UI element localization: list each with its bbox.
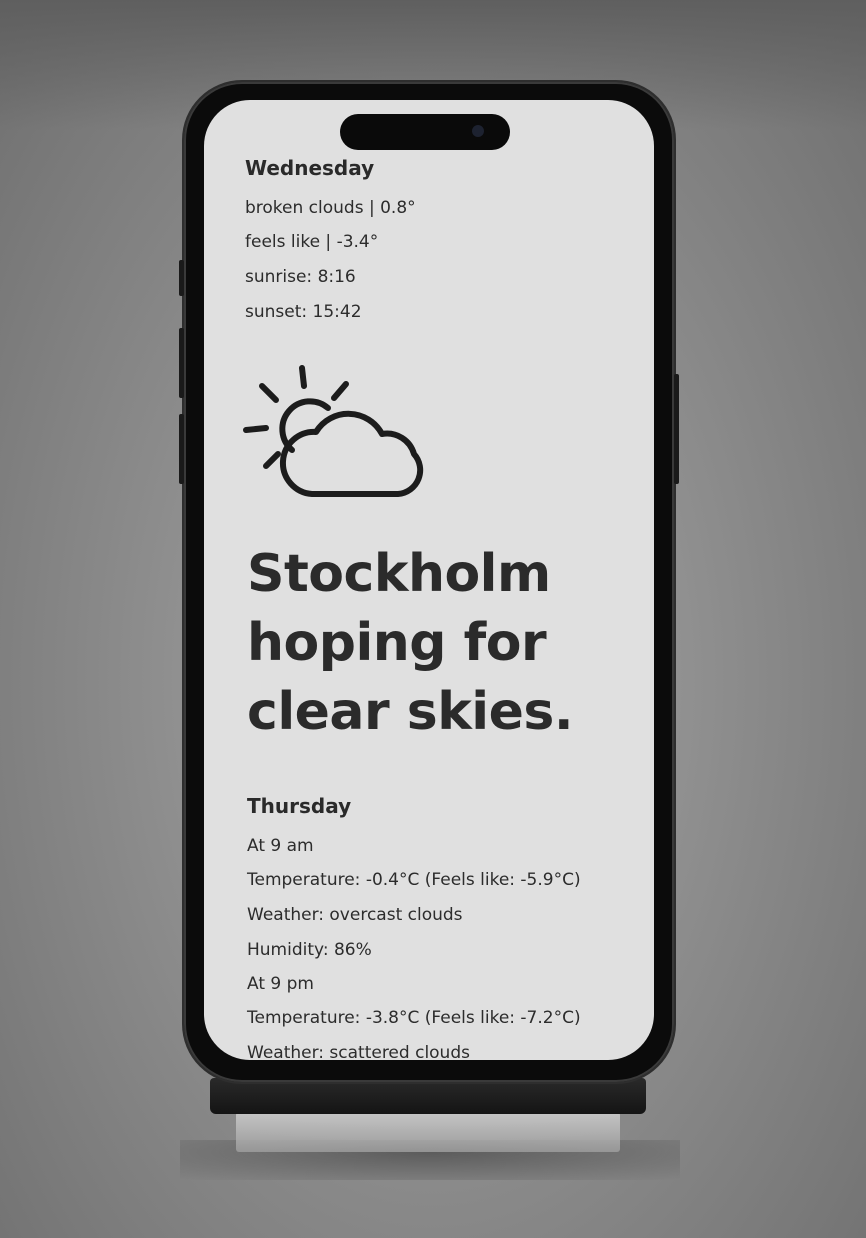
phone-device: Wednesday broken clouds | 0.8° feels lik… (179, 82, 679, 1082)
today-condition: broken clouds | 0.8° (245, 198, 416, 218)
headline-line-3: clear skies. (247, 682, 574, 742)
volume-up-button (179, 260, 184, 296)
today-feels-like: feels like | -3.4° (245, 232, 379, 252)
phone-screen: Wednesday broken clouds | 0.8° feels lik… (204, 100, 654, 1060)
forecast-line: At 9 pm (247, 974, 314, 994)
today-day-title: Wednesday (245, 156, 375, 180)
dynamic-island (340, 114, 510, 150)
forecast-line: Weather: overcast clouds (247, 905, 463, 925)
forecast-line: Temperature: -3.8°C (Feels like: -7.2°C) (247, 1008, 581, 1028)
phone-stand-base (210, 1078, 646, 1114)
camera-lens (472, 125, 484, 137)
power-button (674, 374, 679, 484)
today-sunrise: sunrise: 8:16 (245, 267, 356, 287)
forecast-line: Weather: scattered clouds (247, 1043, 470, 1060)
forecast-line: At 9 am (247, 836, 314, 856)
headline-line-2: hoping for (247, 613, 547, 673)
headline-line-1: Stockholm (247, 544, 551, 604)
forecast-day-title: Thursday (247, 794, 352, 818)
today-sunset: sunset: 15:42 (245, 302, 362, 322)
volume-up-button-2 (179, 328, 184, 398)
forecast-line: Temperature: -0.4°C (Feels like: -5.9°C) (247, 870, 581, 890)
phone-stand-foot (236, 1112, 620, 1152)
sun-behind-cloud-icon (243, 365, 424, 497)
forecast-line: Humidity: 86% (247, 940, 372, 960)
volume-down-button (179, 414, 184, 484)
headline: Stockholm hoping for clear skies. (247, 540, 647, 747)
